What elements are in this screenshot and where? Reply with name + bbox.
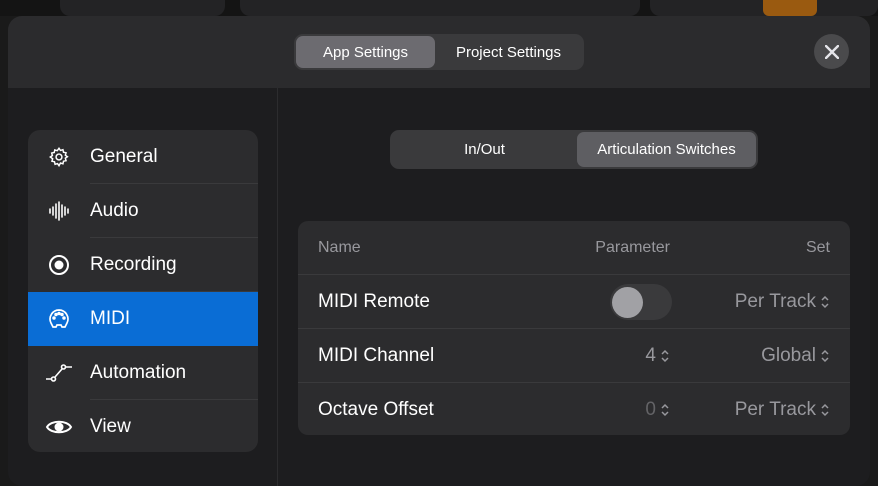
sidebar-item-general[interactable]: General: [28, 130, 258, 184]
set-value: Global: [761, 345, 816, 366]
chevron-updown-icon: [661, 403, 669, 417]
articulation-table: Name Parameter Set MIDI Remote Per Track…: [298, 221, 850, 435]
sidebar-item-midi[interactable]: MIDI: [28, 292, 258, 346]
tab-project-settings[interactable]: Project Settings: [435, 36, 582, 68]
column-header-set: Set: [805, 239, 830, 256]
sidebar-item-view[interactable]: View: [28, 400, 258, 452]
midi-subtab-segmented-control: In/Out Articulation Switches: [390, 130, 758, 169]
close-button[interactable]: [814, 34, 849, 69]
close-icon: [824, 44, 839, 59]
sidebar-item-recording[interactable]: Recording: [28, 238, 258, 292]
chevron-updown-icon: [821, 349, 829, 363]
sidebar-item-automation[interactable]: Automation: [28, 346, 258, 400]
octave-offset-stepper[interactable]: 0: [500, 399, 670, 421]
parameter-value: 4: [645, 345, 656, 366]
tab-articulation-switches[interactable]: Articulation Switches: [577, 132, 756, 167]
column-header-name: Name: [318, 239, 361, 256]
column-header-parameter: Parameter: [595, 239, 670, 256]
sheet-header: App Settings Project Settings: [8, 16, 870, 88]
set-popup[interactable]: Per Track: [670, 399, 830, 421]
midi-channel-stepper[interactable]: 4: [500, 345, 670, 367]
row-name: Octave Offset: [318, 399, 434, 420]
record-icon: [28, 254, 90, 276]
sidebar-item-audio[interactable]: Audio: [28, 184, 258, 238]
parameter-value: 0: [645, 399, 656, 420]
table-row: MIDI Remote Per Track: [298, 275, 850, 329]
row-name: MIDI Remote: [318, 291, 430, 312]
settings-scope-segmented-control: App Settings Project Settings: [294, 34, 584, 70]
set-popup[interactable]: Global: [670, 345, 830, 367]
set-value: Per Track: [734, 291, 816, 312]
tab-in-out[interactable]: In/Out: [392, 132, 577, 167]
midi-port-icon: [28, 308, 90, 330]
settings-sheet: App Settings Project Settings General Au…: [8, 16, 870, 486]
table-header-row: Name Parameter Set: [298, 221, 850, 275]
midi-remote-toggle[interactable]: [610, 284, 672, 320]
sidebar-item-label: MIDI: [90, 308, 131, 329]
set-popup[interactable]: Per Track: [670, 291, 830, 313]
tab-app-settings[interactable]: App Settings: [296, 36, 435, 68]
waveform-icon: [28, 200, 90, 222]
chevron-updown-icon: [661, 349, 669, 363]
pane-divider: [277, 88, 278, 486]
row-name: MIDI Channel: [318, 345, 435, 366]
sidebar-item-label: Automation: [90, 362, 187, 383]
eye-icon: [28, 417, 90, 437]
background-toolbar: [0, 0, 878, 16]
automation-curve-icon: [28, 362, 90, 384]
sidebar-item-label: Audio: [90, 200, 139, 221]
gear-icon: [28, 146, 90, 168]
chevron-updown-icon: [821, 403, 829, 417]
sidebar-item-label: View: [90, 416, 131, 437]
sidebar: General Audio Recording MIDI Automation …: [28, 130, 258, 452]
table-row: Octave Offset 0 Per Track: [298, 383, 850, 435]
table-row: MIDI Channel 4 Global: [298, 329, 850, 383]
set-value: Per Track: [734, 399, 816, 420]
sidebar-item-label: General: [90, 146, 158, 167]
chevron-updown-icon: [821, 295, 829, 309]
sidebar-item-label: Recording: [90, 254, 177, 275]
